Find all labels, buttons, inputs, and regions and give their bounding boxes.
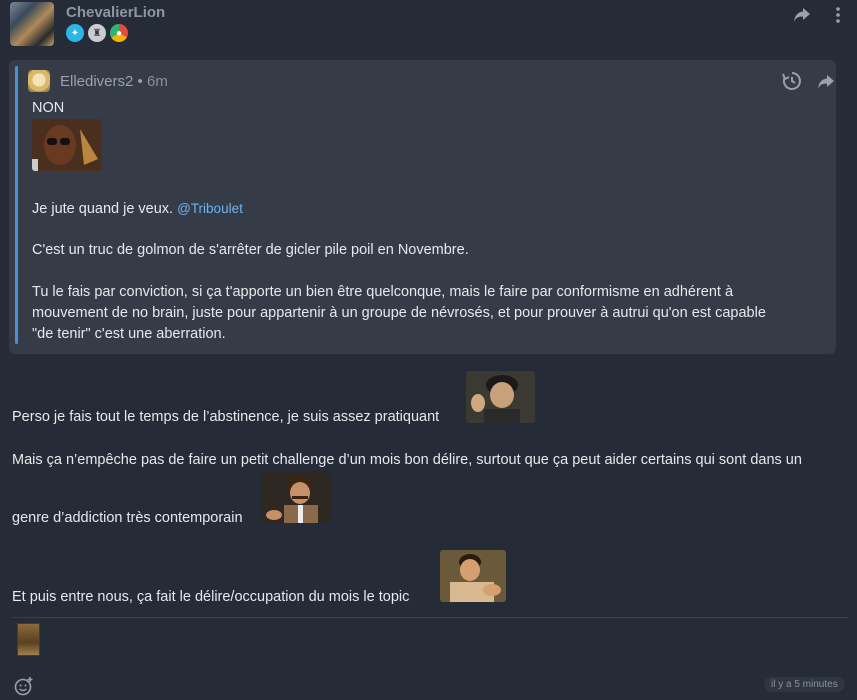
body-paragraph-challenge-line1: Mais ça n’empêche pas de faire un petit … <box>12 452 802 468</box>
sticker-mustache-man[interactable] <box>262 471 331 523</box>
add-reaction-icon[interactable] <box>12 674 36 698</box>
star-badge-icon: ✦ <box>66 24 84 42</box>
quote-line-non: NON <box>32 100 65 116</box>
quote-share-icon[interactable] <box>814 70 838 94</box>
quote-accent-bar <box>15 66 18 344</box>
author-badges: ✦ ♜ ● <box>66 24 128 42</box>
quoted-username[interactable]: Elledivers2 <box>60 73 133 90</box>
message-timestamp: il y a 5 minutes <box>764 677 845 692</box>
attachment-thumbnail[interactable] <box>17 623 40 656</box>
mention-link[interactable]: @Triboulet <box>177 201 243 216</box>
sticker-sunglasses-man[interactable] <box>32 119 102 171</box>
quote-line-conviction: Tu le fais par conviction, si ça t'appor… <box>32 284 734 300</box>
loot-badge-icon: ● <box>110 24 128 42</box>
award-badge-icon: ♜ <box>88 24 106 42</box>
quoted-time: 6m <box>146 73 168 90</box>
quoted-user-header: Elledivers2 • 6m <box>60 73 168 90</box>
body-paragraph-challenge-line2: genre d’addiction très contemporain <box>12 510 243 526</box>
quote-line-no-brain: mouvement de no brain, juste pour appart… <box>32 305 766 321</box>
author-username[interactable]: ChevalierLion <box>66 4 165 21</box>
body-paragraph-abstinence: Perso je fais tout le temps de l’abstine… <box>12 409 440 425</box>
separator-dot: • <box>137 73 143 90</box>
sticker-smiling-man[interactable] <box>440 550 506 602</box>
body-paragraph-topic: Et puis entre nous, ça fait le délire/oc… <box>12 589 410 605</box>
quoted-user-avatar[interactable] <box>28 70 50 92</box>
quote-line-jute-text: Je jute quand je veux. <box>32 201 174 217</box>
sticker-thinking-man[interactable] <box>466 371 535 423</box>
history-icon[interactable] <box>780 69 804 93</box>
quote-line-jute: Je jute quand je veux. @Triboulet <box>32 198 243 220</box>
share-icon[interactable] <box>790 3 814 27</box>
more-options-icon[interactable] <box>826 3 850 27</box>
quote-line-golmon: C'est un truc de golmon de s'arrêter de … <box>32 242 469 258</box>
author-avatar[interactable] <box>10 2 54 46</box>
divider <box>12 617 848 618</box>
quote-line-aberration: "de tenir" c'est une aberration. <box>32 326 226 342</box>
